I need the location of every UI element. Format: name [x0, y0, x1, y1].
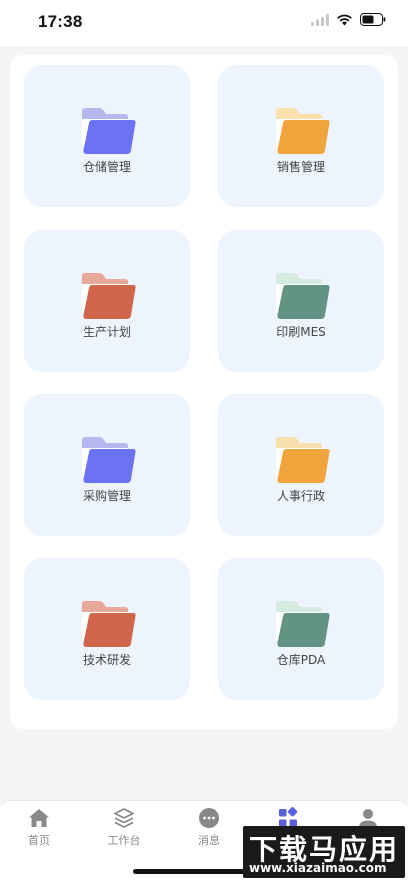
module-label: 生产计划	[82, 325, 131, 339]
module-tile-sales[interactable]: 销售管理	[218, 65, 384, 207]
module-grid: 仓储管理 销售管理 生产计划 印刷MES 采购管理 人事行政 技术研发 仓库PD…	[10, 55, 398, 729]
status-time: 17:38	[38, 12, 83, 31]
tab-label: 工作台	[107, 834, 141, 847]
folder-icon	[276, 273, 330, 319]
tab-home[interactable]: 首页	[9, 807, 69, 853]
tab-label: 首页	[28, 834, 50, 847]
module-tile-print-mes[interactable]: 印刷MES	[218, 230, 384, 372]
watermark-logo: 下载马应用 www.xiazaimao.com	[243, 826, 405, 878]
module-tile-hr-admin[interactable]: 人事行政	[218, 394, 384, 536]
tab-label: 消息	[198, 834, 220, 847]
module-tile-warehouse-pda[interactable]: 仓库PDA	[218, 558, 384, 700]
message-icon	[199, 808, 219, 828]
module-tile-production-plan[interactable]: 生产计划	[24, 230, 190, 372]
home-icon	[29, 809, 49, 827]
module-tile-purchasing[interactable]: 采购管理	[24, 394, 190, 536]
module-label: 采购管理	[82, 489, 131, 503]
folder-icon	[276, 108, 330, 154]
module-tile-rnd[interactable]: 技术研发	[24, 558, 190, 700]
battery-icon	[360, 13, 386, 26]
layers-icon	[114, 808, 134, 828]
folder-icon	[82, 108, 136, 154]
module-label: 仓库PDA	[276, 653, 326, 667]
status-bar: 17:38	[0, 0, 408, 46]
module-label: 人事行政	[276, 489, 325, 503]
status-icons	[311, 13, 386, 26]
module-label: 仓储管理	[82, 160, 131, 174]
folder-icon	[82, 601, 136, 647]
module-tile-warehouse[interactable]: 仓储管理	[24, 65, 190, 207]
signal-icon	[311, 13, 329, 26]
folder-icon	[276, 437, 330, 483]
folder-front	[83, 120, 136, 154]
folder-icon	[82, 273, 136, 319]
folder-icon	[276, 601, 330, 647]
module-label: 销售管理	[276, 160, 325, 174]
wifi-icon	[337, 14, 352, 25]
module-label: 技术研发	[82, 653, 131, 667]
module-label: 印刷MES	[276, 325, 326, 339]
tab-workbench[interactable]: 工作台	[94, 807, 154, 853]
watermark-url: www.xiazaimao.com	[249, 861, 387, 875]
tab-messages[interactable]: 消息	[179, 807, 239, 853]
folder-icon	[82, 437, 136, 483]
